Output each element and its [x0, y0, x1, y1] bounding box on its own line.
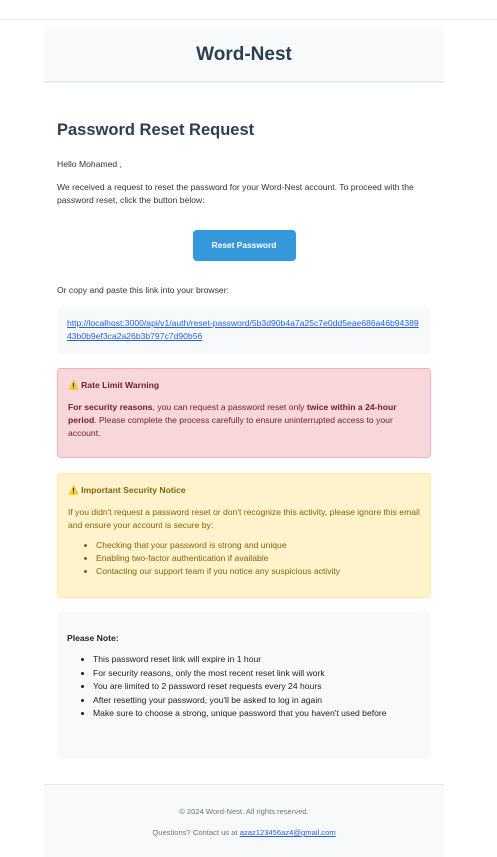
note-list: This password reset link will expire in … [67, 653, 421, 721]
list-item: Enabling two-factor authentication if av… [96, 552, 420, 565]
list-item: You are limited to 2 password reset requ… [93, 680, 421, 694]
list-item: This password reset link will expire in … [93, 653, 421, 667]
warning-bold-1: For security reasons [68, 402, 153, 412]
list-item: Contacting our support team if you notic… [96, 565, 420, 578]
notice-text: If you didn't request a password reset o… [68, 507, 420, 530]
contact-line: Questions? Contact us at azaz123456az4@g… [44, 827, 444, 839]
email-container: Word-Nest Password Reset Request Hello M… [44, 28, 444, 758]
note-title: Please Note: [67, 633, 119, 643]
security-notice: ⚠️ Important Security Notice If you didn… [57, 473, 431, 598]
intro-text: We received a request to reset the passw… [57, 182, 414, 205]
reset-link-box: http://localhost:3000/api/v1/auth/reset-… [57, 308, 431, 354]
warning-text-1: , you can request a password reset only [152, 402, 307, 412]
warning-text: For security reasons, you can request a … [68, 401, 420, 440]
contact-email-link[interactable]: azaz123456az4@gmail.com [240, 828, 336, 837]
notice-list: Checking that your password is strong an… [68, 539, 420, 578]
copy-link-text: Or copy and paste this link into your br… [57, 285, 229, 295]
email-footer: © 2024 Word-Nest. All rights reserved. Q… [44, 784, 444, 857]
warning-text-2: . Please complete the process carefully … [68, 415, 393, 438]
please-note-box: Please Note: This password reset link wi… [57, 612, 431, 758]
list-item: Checking that your password is strong an… [96, 539, 420, 552]
reset-password-button[interactable]: Reset Password [192, 230, 296, 261]
notice-title: Important Security Notice [81, 485, 186, 495]
email-body: Password Reset Request Hello Mohamed , W… [44, 121, 444, 758]
email-header: Word-Nest [44, 28, 444, 83]
reset-link[interactable]: http://localhost:3000/api/v1/auth/reset-… [67, 318, 419, 341]
copyright: © 2024 Word-Nest. All rights reserved. [179, 807, 309, 816]
warning-title: Rate Limit Warning [81, 380, 160, 390]
list-item: For security reasons, only the most rece… [93, 667, 421, 681]
warning-icon: ⚠️ [68, 380, 79, 390]
warning-icon: ⚠️ [68, 485, 79, 495]
list-item: Make sure to choose a strong, unique pas… [93, 707, 421, 721]
rate-limit-warning: ⚠️ Rate Limit Warning For security reaso… [57, 368, 431, 458]
brand-title: Word-Nest [196, 43, 292, 65]
greeting: Hello Mohamed , [57, 159, 122, 169]
list-item: After resetting your password, you'll be… [93, 694, 421, 708]
top-divider [0, 19, 497, 20]
contact-prefix: Questions? Contact us at [152, 828, 240, 837]
page-title: Password Reset Request [57, 121, 255, 139]
